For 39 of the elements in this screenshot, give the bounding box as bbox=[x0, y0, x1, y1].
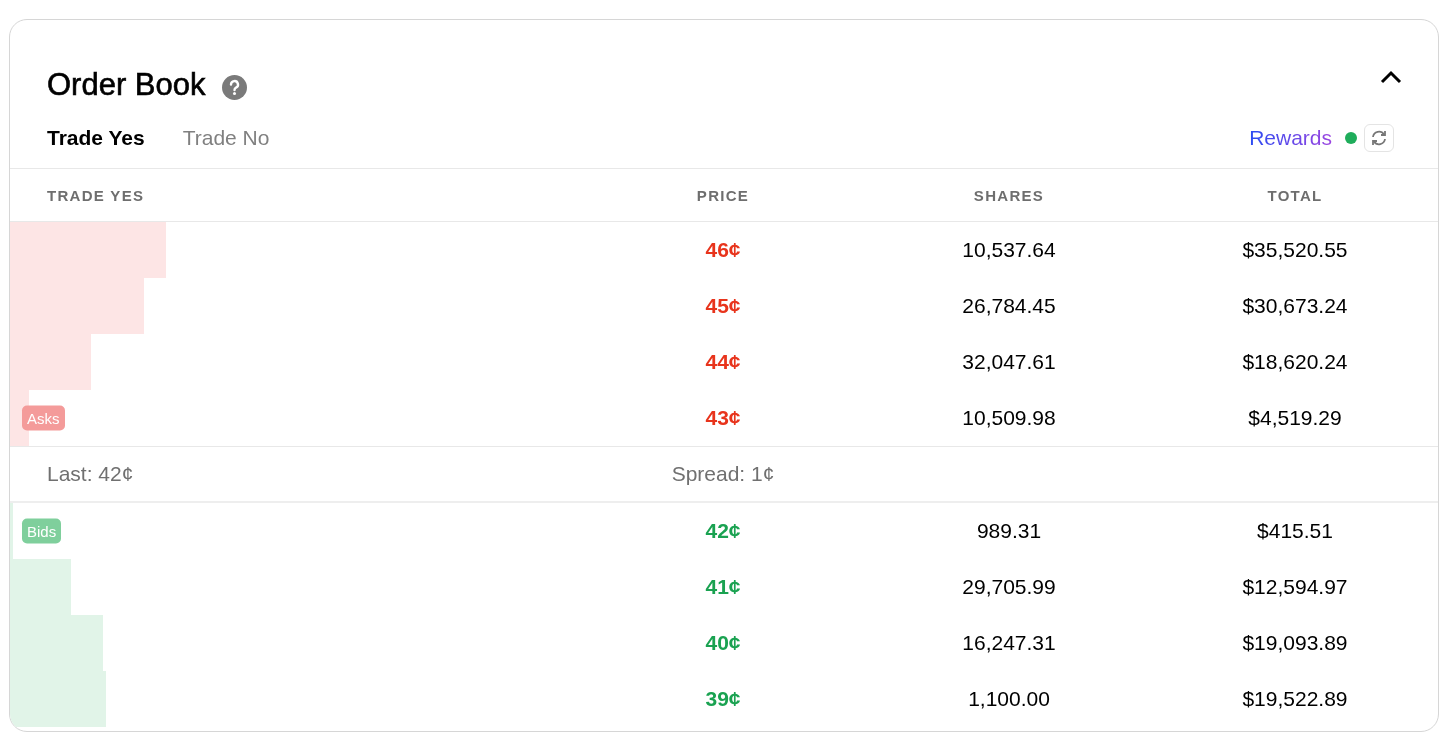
price: 43¢ bbox=[704, 406, 742, 430]
collapse-chevron-icon[interactable] bbox=[1380, 70, 1402, 84]
shares: 10,509.98 bbox=[961, 406, 1057, 430]
total: $12,594.97 bbox=[1241, 575, 1349, 599]
shares: 29,705.99 bbox=[961, 575, 1057, 599]
spread: Spread: 1¢ bbox=[670, 462, 776, 486]
price: 46¢ bbox=[704, 238, 742, 262]
shares: 26,784.45 bbox=[961, 294, 1057, 318]
help-icon[interactable] bbox=[221, 74, 247, 100]
column-header: PRICE bbox=[695, 186, 751, 204]
shares: 989.31 bbox=[975, 519, 1043, 543]
price: 45¢ bbox=[704, 294, 742, 318]
side-badge: Bids bbox=[22, 518, 62, 544]
shares: 10,537.64 bbox=[961, 238, 1057, 262]
price: 41¢ bbox=[704, 575, 742, 599]
tab[interactable]: Trade Yes bbox=[47, 126, 145, 150]
shares: 32,047.61 bbox=[961, 350, 1057, 374]
column-header: SHARES bbox=[972, 186, 1046, 204]
shares: 16,247.31 bbox=[961, 631, 1057, 655]
total: $35,520.55 bbox=[1241, 238, 1349, 262]
total: $19,093.89 bbox=[1241, 631, 1349, 655]
column-header: TOTAL bbox=[1266, 186, 1324, 204]
price: 39¢ bbox=[704, 687, 742, 711]
shares: 1,100.00 bbox=[967, 687, 1051, 711]
price: 44¢ bbox=[704, 350, 742, 374]
column-header: TRADE YES bbox=[46, 186, 146, 204]
total: $415.51 bbox=[1256, 519, 1334, 543]
panel-title: Order Book bbox=[47, 67, 206, 103]
side-badge: Asks bbox=[22, 405, 65, 431]
total: $18,620.24 bbox=[1241, 350, 1349, 374]
total: $4,519.29 bbox=[1247, 406, 1343, 430]
total: $30,673.24 bbox=[1241, 294, 1349, 318]
price: 40¢ bbox=[704, 631, 742, 655]
last-price: Last: 42¢ bbox=[46, 462, 135, 486]
tab[interactable]: Trade No bbox=[182, 126, 270, 150]
refresh-button[interactable] bbox=[1364, 124, 1394, 152]
price: 42¢ bbox=[704, 519, 742, 543]
refresh-icon bbox=[1370, 130, 1388, 146]
total: $19,522.89 bbox=[1241, 687, 1349, 711]
